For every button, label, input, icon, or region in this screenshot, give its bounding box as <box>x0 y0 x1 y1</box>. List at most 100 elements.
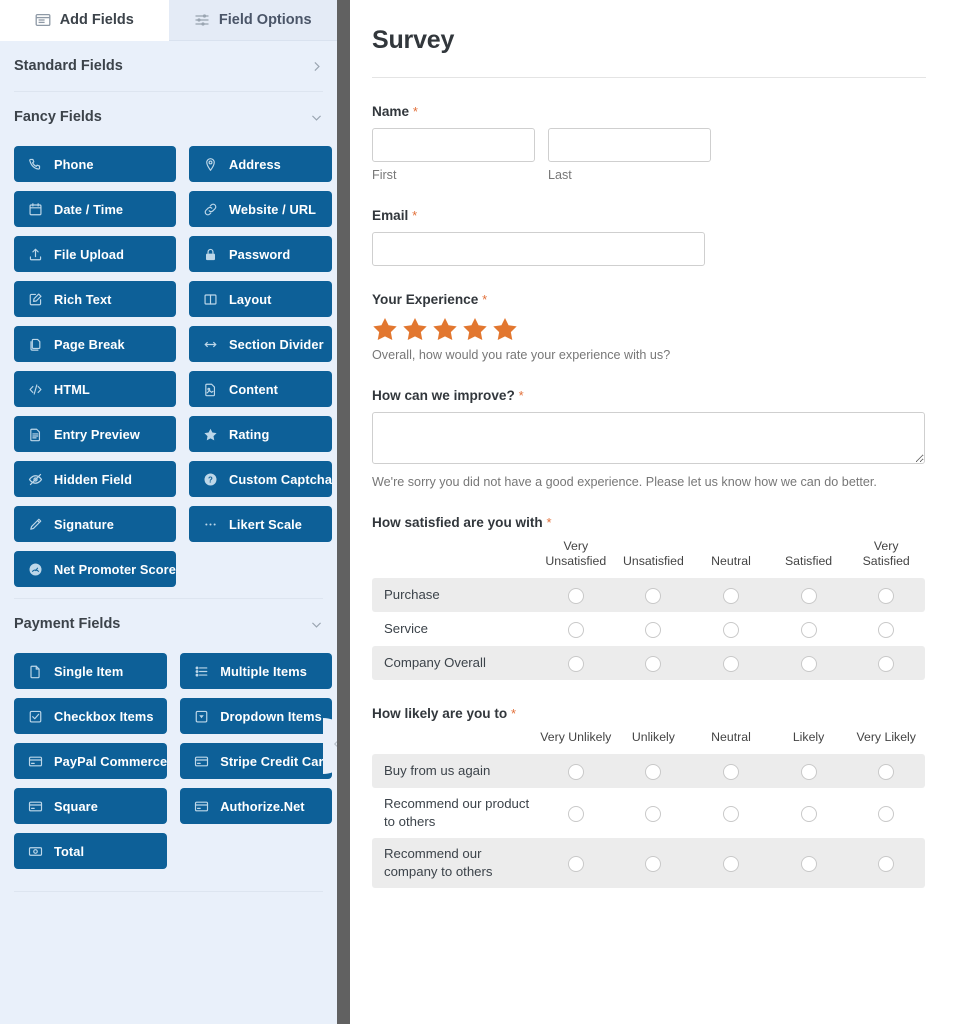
likert-radio[interactable] <box>878 763 895 780</box>
field-button-net-promoter-score[interactable]: Net Promoter Score <box>14 551 176 587</box>
likert-cell <box>847 754 925 788</box>
rating-star-5[interactable] <box>492 316 518 342</box>
panel-splitter[interactable] <box>337 0 350 1024</box>
likert-radio[interactable] <box>878 855 895 872</box>
likert-radio[interactable] <box>722 855 739 872</box>
rating-star-2[interactable] <box>402 316 428 342</box>
field-button-label: Likert Scale <box>228 516 303 532</box>
likert-radio[interactable] <box>878 655 895 672</box>
likert-radio[interactable] <box>800 655 817 672</box>
field-button-content[interactable]: Content <box>188 371 333 407</box>
likert-radio[interactable] <box>645 621 662 638</box>
likert-cell <box>692 646 770 680</box>
likert-radio[interactable] <box>800 855 817 872</box>
field-button-single-item[interactable]: Single Item <box>14 653 168 689</box>
likert-radio[interactable] <box>878 587 895 604</box>
rating-star-1[interactable] <box>372 316 398 342</box>
likert-cell <box>614 754 693 788</box>
field-button-likert-scale[interactable]: Likert Scale <box>188 506 333 542</box>
likert-radio[interactable] <box>567 763 584 780</box>
likert-radio[interactable] <box>800 587 817 604</box>
likert-radio[interactable] <box>722 763 739 780</box>
field-button-dropdown-items[interactable]: Dropdown Items <box>180 698 332 734</box>
form-field-name[interactable]: Name * First Last <box>372 104 926 182</box>
field-button-rating[interactable]: Rating <box>188 416 333 452</box>
rating-star-3[interactable] <box>432 316 458 342</box>
tab-field-options-label: Field Options <box>218 12 312 28</box>
likert-radio[interactable] <box>800 763 817 780</box>
likert-radio[interactable] <box>645 587 662 604</box>
experience-description: Overall, how would you rate your experie… <box>372 348 671 362</box>
field-button-phone[interactable]: Phone <box>14 146 176 182</box>
improve-description: We're sorry you did not have a good expe… <box>372 475 877 489</box>
section-header-fancy-fields[interactable]: Fancy Fields <box>14 92 323 142</box>
field-button-html[interactable]: HTML <box>14 371 176 407</box>
likert-radio[interactable] <box>567 805 584 822</box>
likert-radio[interactable] <box>645 763 662 780</box>
field-button-authorize-net[interactable]: Authorize.Net <box>180 788 332 824</box>
field-button-password[interactable]: Password <box>188 236 333 272</box>
lock-icon <box>203 247 218 262</box>
likert-radio[interactable] <box>645 855 662 872</box>
likert-radio[interactable] <box>800 621 817 638</box>
first-name-input[interactable] <box>372 128 535 162</box>
likert-radio[interactable] <box>722 655 739 672</box>
section-header-payment-fields[interactable]: Payment Fields <box>14 599 323 649</box>
likert-radio[interactable] <box>567 587 584 604</box>
file-icon <box>28 664 43 679</box>
likert-radio[interactable] <box>567 655 584 672</box>
field-button-layout[interactable]: Layout <box>188 281 333 317</box>
likert-radio[interactable] <box>645 655 662 672</box>
field-button-custom-captcha[interactable]: ? Custom Captcha <box>188 461 333 497</box>
field-button-label: Custom Captcha <box>228 471 333 487</box>
likert-radio[interactable] <box>722 805 739 822</box>
last-name-sublabel: Last <box>548 168 572 182</box>
field-button-stripe-credit-card[interactable]: Stripe Credit Card <box>180 743 332 779</box>
field-button-multiple-items[interactable]: Multiple Items <box>180 653 332 689</box>
chevron-down-icon <box>310 111 323 124</box>
required-indicator: * <box>412 104 418 119</box>
likert-radio[interactable] <box>645 805 662 822</box>
likert-radio[interactable] <box>722 587 739 604</box>
form-field-experience[interactable]: Your Experience * Overall, how would you… <box>372 292 926 362</box>
rating-stars[interactable] <box>372 316 926 342</box>
section-header-standard-fields[interactable]: Standard Fields <box>14 41 323 91</box>
field-button-paypal-commerce[interactable]: PayPal Commerce <box>14 743 168 779</box>
field-button-label: Single Item <box>54 663 124 679</box>
field-button-file-upload[interactable]: File Upload <box>14 236 176 272</box>
last-name-input[interactable] <box>548 128 711 162</box>
field-button-hidden-field[interactable]: Hidden Field <box>14 461 176 497</box>
field-button-signature[interactable]: Signature <box>14 506 176 542</box>
field-button-date-time[interactable]: Date / Time <box>14 191 176 227</box>
likert-radio[interactable] <box>878 621 895 638</box>
likert-radio[interactable] <box>800 805 817 822</box>
form-field-satisfied[interactable]: How satisfied are you with * Very Unsati… <box>372 515 926 680</box>
field-button-rich-text[interactable]: Rich Text <box>14 281 176 317</box>
panel-collapse-handle[interactable] <box>323 718 337 774</box>
form-field-likely[interactable]: How likely are you to * Very Unlikely Unl… <box>372 706 926 888</box>
email-input[interactable] <box>372 232 705 266</box>
link-icon <box>203 202 218 217</box>
tab-add-fields[interactable]: Add Fields <box>0 0 169 41</box>
field-button-section-divider[interactable]: Section Divider <box>188 326 333 362</box>
field-button-page-break[interactable]: Page Break <box>14 326 176 362</box>
likert-radio[interactable] <box>878 805 895 822</box>
field-button-website-url[interactable]: Website / URL <box>188 191 333 227</box>
tab-field-options[interactable]: Field Options <box>168 0 337 41</box>
field-button-label: Address <box>228 156 281 172</box>
field-button-address[interactable]: Address <box>188 146 333 182</box>
field-button-entry-preview[interactable]: Entry Preview <box>14 416 176 452</box>
form-field-email[interactable]: Email * <box>372 208 926 266</box>
field-button-checkbox-items[interactable]: Checkbox Items <box>14 698 168 734</box>
likert-radio[interactable] <box>722 621 739 638</box>
field-button-label: PayPal Commerce <box>54 753 168 769</box>
field-button-total[interactable]: Total <box>14 833 168 869</box>
likert-cell <box>847 646 925 680</box>
field-button-square[interactable]: Square <box>14 788 168 824</box>
likert-radio[interactable] <box>567 855 584 872</box>
rating-star-4[interactable] <box>462 316 488 342</box>
improve-textarea[interactable] <box>372 412 925 464</box>
credit-card-icon <box>28 799 43 814</box>
form-field-improve[interactable]: How can we improve? * We're sorry you di… <box>372 388 926 489</box>
likert-radio[interactable] <box>567 621 584 638</box>
